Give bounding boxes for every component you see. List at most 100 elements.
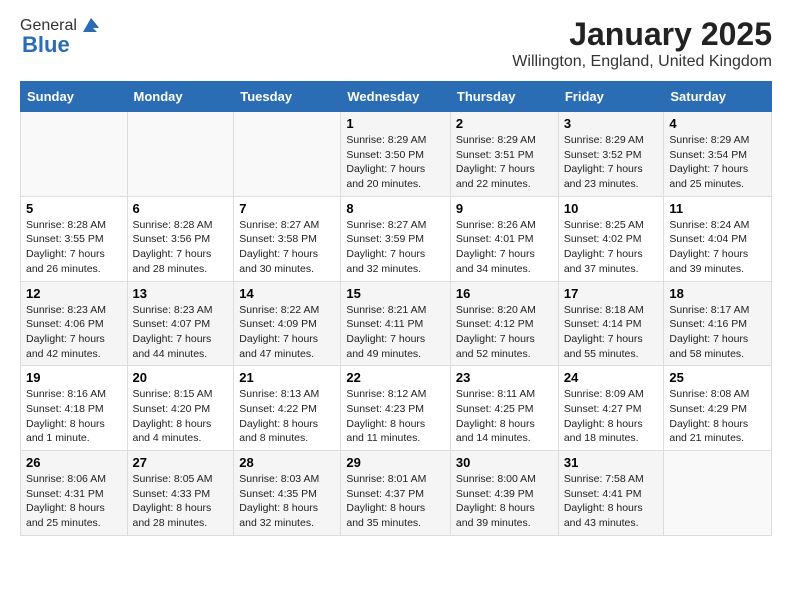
cell-content: Sunrise: 8:16 AM Sunset: 4:18 PM Dayligh…: [26, 387, 122, 446]
logo-blue: Blue: [22, 32, 70, 58]
day-number: 21: [239, 370, 335, 385]
day-number: 24: [564, 370, 659, 385]
calendar-week-row: 1 Sunrise: 8:29 AM Sunset: 3:50 PM Daylig…: [21, 112, 772, 197]
cell-content: Sunrise: 8:00 AM Sunset: 4:39 PM Dayligh…: [456, 472, 553, 531]
cell-content: Sunrise: 8:12 AM Sunset: 4:23 PM Dayligh…: [346, 387, 445, 446]
day-number: 4: [669, 116, 766, 131]
calendar-cell: 10 Sunrise: 8:25 AM Sunset: 4:02 PM Dayli…: [558, 196, 664, 281]
cell-content: Sunrise: 8:26 AM Sunset: 4:01 PM Dayligh…: [456, 218, 553, 277]
cell-content: Sunrise: 8:01 AM Sunset: 4:37 PM Dayligh…: [346, 472, 445, 531]
day-number: 9: [456, 201, 553, 216]
day-number: 13: [133, 286, 229, 301]
day-number: 15: [346, 286, 445, 301]
title-block: January 2025 Willington, England, United…: [512, 16, 772, 71]
day-number: 10: [564, 201, 659, 216]
calendar-cell: [234, 112, 341, 197]
cell-content: Sunrise: 8:05 AM Sunset: 4:33 PM Dayligh…: [133, 472, 229, 531]
cell-content: Sunrise: 8:03 AM Sunset: 4:35 PM Dayligh…: [239, 472, 335, 531]
cell-content: Sunrise: 7:58 AM Sunset: 4:41 PM Dayligh…: [564, 472, 659, 531]
calendar-cell: 26 Sunrise: 8:06 AM Sunset: 4:31 PM Dayli…: [21, 451, 128, 536]
day-number: 26: [26, 455, 122, 470]
calendar-cell: 28 Sunrise: 8:03 AM Sunset: 4:35 PM Dayli…: [234, 451, 341, 536]
day-number: 29: [346, 455, 445, 470]
calendar-cell: 16Sunrise: 8:20 AM Sunset: 4:12 PM Dayli…: [450, 281, 558, 366]
day-number: 11: [669, 201, 766, 216]
day-number: 14: [239, 286, 335, 301]
calendar-week-row: 5 Sunrise: 8:28 AM Sunset: 3:55 PM Daylig…: [21, 196, 772, 281]
calendar-cell: 24 Sunrise: 8:09 AM Sunset: 4:27 PM Dayli…: [558, 366, 664, 451]
header-day: Saturday: [664, 82, 772, 112]
calendar-cell: 19 Sunrise: 8:16 AM Sunset: 4:18 PM Dayli…: [21, 366, 128, 451]
calendar-cell: 21 Sunrise: 8:13 AM Sunset: 4:22 PM Dayli…: [234, 366, 341, 451]
day-number: 3: [564, 116, 659, 131]
day-number: 31: [564, 455, 659, 470]
day-number: 23: [456, 370, 553, 385]
cell-content: Sunrise: 8:27 AM Sunset: 3:59 PM Dayligh…: [346, 218, 445, 277]
cell-content: Sunrise: 8:13 AM Sunset: 4:22 PM Dayligh…: [239, 387, 335, 446]
calendar-cell: 4Sunrise: 8:29 AM Sunset: 3:54 PM Daylig…: [664, 112, 772, 197]
calendar-cell: 20 Sunrise: 8:15 AM Sunset: 4:20 PM Dayli…: [127, 366, 234, 451]
calendar-cell: 12Sunrise: 8:23 AM Sunset: 4:06 PM Dayli…: [21, 281, 128, 366]
cell-content: Sunrise: 8:20 AM Sunset: 4:12 PM Dayligh…: [456, 303, 553, 362]
cell-content: Sunrise: 8:24 AM Sunset: 4:04 PM Dayligh…: [669, 218, 766, 277]
day-number: 1: [346, 116, 445, 131]
page-title: January 2025: [512, 16, 772, 53]
day-number: 8: [346, 201, 445, 216]
day-number: 7: [239, 201, 335, 216]
day-number: 2: [456, 116, 553, 131]
header-day: Friday: [558, 82, 664, 112]
cell-content: Sunrise: 8:15 AM Sunset: 4:20 PM Dayligh…: [133, 387, 229, 446]
calendar-header-row: SundayMondayTuesdayWednesdayThursdayFrid…: [21, 82, 772, 112]
day-number: 28: [239, 455, 335, 470]
header-day: Sunday: [21, 82, 128, 112]
logo-icon: [79, 14, 101, 36]
day-number: 5: [26, 201, 122, 216]
cell-content: Sunrise: 8:27 AM Sunset: 3:58 PM Dayligh…: [239, 218, 335, 277]
calendar-week-row: 26 Sunrise: 8:06 AM Sunset: 4:31 PM Dayli…: [21, 451, 772, 536]
calendar-cell: 31 Sunrise: 7:58 AM Sunset: 4:41 PM Dayli…: [558, 451, 664, 536]
calendar-cell: 27 Sunrise: 8:05 AM Sunset: 4:33 PM Dayli…: [127, 451, 234, 536]
calendar-cell: 14Sunrise: 8:22 AM Sunset: 4:09 PM Dayli…: [234, 281, 341, 366]
calendar-cell: 30 Sunrise: 8:00 AM Sunset: 4:39 PM Dayli…: [450, 451, 558, 536]
logo: General Blue: [20, 16, 101, 58]
calendar-cell: 18Sunrise: 8:17 AM Sunset: 4:16 PM Dayli…: [664, 281, 772, 366]
cell-content: Sunrise: 8:29 AM Sunset: 3:50 PM Dayligh…: [346, 133, 445, 192]
day-number: 19: [26, 370, 122, 385]
page-subtitle: Willington, England, United Kingdom: [512, 53, 772, 71]
cell-content: Sunrise: 8:29 AM Sunset: 3:51 PM Dayligh…: [456, 133, 553, 192]
calendar-cell: 7 Sunrise: 8:27 AM Sunset: 3:58 PM Daylig…: [234, 196, 341, 281]
calendar-cell: [127, 112, 234, 197]
header-day: Thursday: [450, 82, 558, 112]
day-number: 27: [133, 455, 229, 470]
day-number: 6: [133, 201, 229, 216]
calendar-cell: 15Sunrise: 8:21 AM Sunset: 4:11 PM Dayli…: [341, 281, 451, 366]
calendar-week-row: 12Sunrise: 8:23 AM Sunset: 4:06 PM Dayli…: [21, 281, 772, 366]
day-number: 22: [346, 370, 445, 385]
cell-content: Sunrise: 8:28 AM Sunset: 3:55 PM Dayligh…: [26, 218, 122, 277]
cell-content: Sunrise: 8:08 AM Sunset: 4:29 PM Dayligh…: [669, 387, 766, 446]
cell-content: Sunrise: 8:28 AM Sunset: 3:56 PM Dayligh…: [133, 218, 229, 277]
day-number: 30: [456, 455, 553, 470]
calendar-week-row: 19 Sunrise: 8:16 AM Sunset: 4:18 PM Dayli…: [21, 366, 772, 451]
day-number: 20: [133, 370, 229, 385]
cell-content: Sunrise: 8:06 AM Sunset: 4:31 PM Dayligh…: [26, 472, 122, 531]
day-number: 17: [564, 286, 659, 301]
calendar-cell: 29 Sunrise: 8:01 AM Sunset: 4:37 PM Dayli…: [341, 451, 451, 536]
calendar-cell: 11 Sunrise: 8:24 AM Sunset: 4:04 PM Dayli…: [664, 196, 772, 281]
calendar-cell: 25 Sunrise: 8:08 AM Sunset: 4:29 PM Dayli…: [664, 366, 772, 451]
day-number: 25: [669, 370, 766, 385]
calendar-cell: [664, 451, 772, 536]
cell-content: Sunrise: 8:17 AM Sunset: 4:16 PM Dayligh…: [669, 303, 766, 362]
calendar-cell: 13 Sunrise: 8:23 AM Sunset: 4:07 PM Dayli…: [127, 281, 234, 366]
header-day: Monday: [127, 82, 234, 112]
calendar-cell: 1 Sunrise: 8:29 AM Sunset: 3:50 PM Daylig…: [341, 112, 451, 197]
cell-content: Sunrise: 8:25 AM Sunset: 4:02 PM Dayligh…: [564, 218, 659, 277]
calendar-cell: [21, 112, 128, 197]
cell-content: Sunrise: 8:09 AM Sunset: 4:27 PM Dayligh…: [564, 387, 659, 446]
calendar-cell: 2 Sunrise: 8:29 AM Sunset: 3:51 PM Daylig…: [450, 112, 558, 197]
calendar-cell: 9 Sunrise: 8:26 AM Sunset: 4:01 PM Daylig…: [450, 196, 558, 281]
calendar-cell: 3Sunrise: 8:29 AM Sunset: 3:52 PM Daylig…: [558, 112, 664, 197]
calendar-cell: 23 Sunrise: 8:11 AM Sunset: 4:25 PM Dayli…: [450, 366, 558, 451]
cell-content: Sunrise: 8:11 AM Sunset: 4:25 PM Dayligh…: [456, 387, 553, 446]
cell-content: Sunrise: 8:23 AM Sunset: 4:07 PM Dayligh…: [133, 303, 229, 362]
